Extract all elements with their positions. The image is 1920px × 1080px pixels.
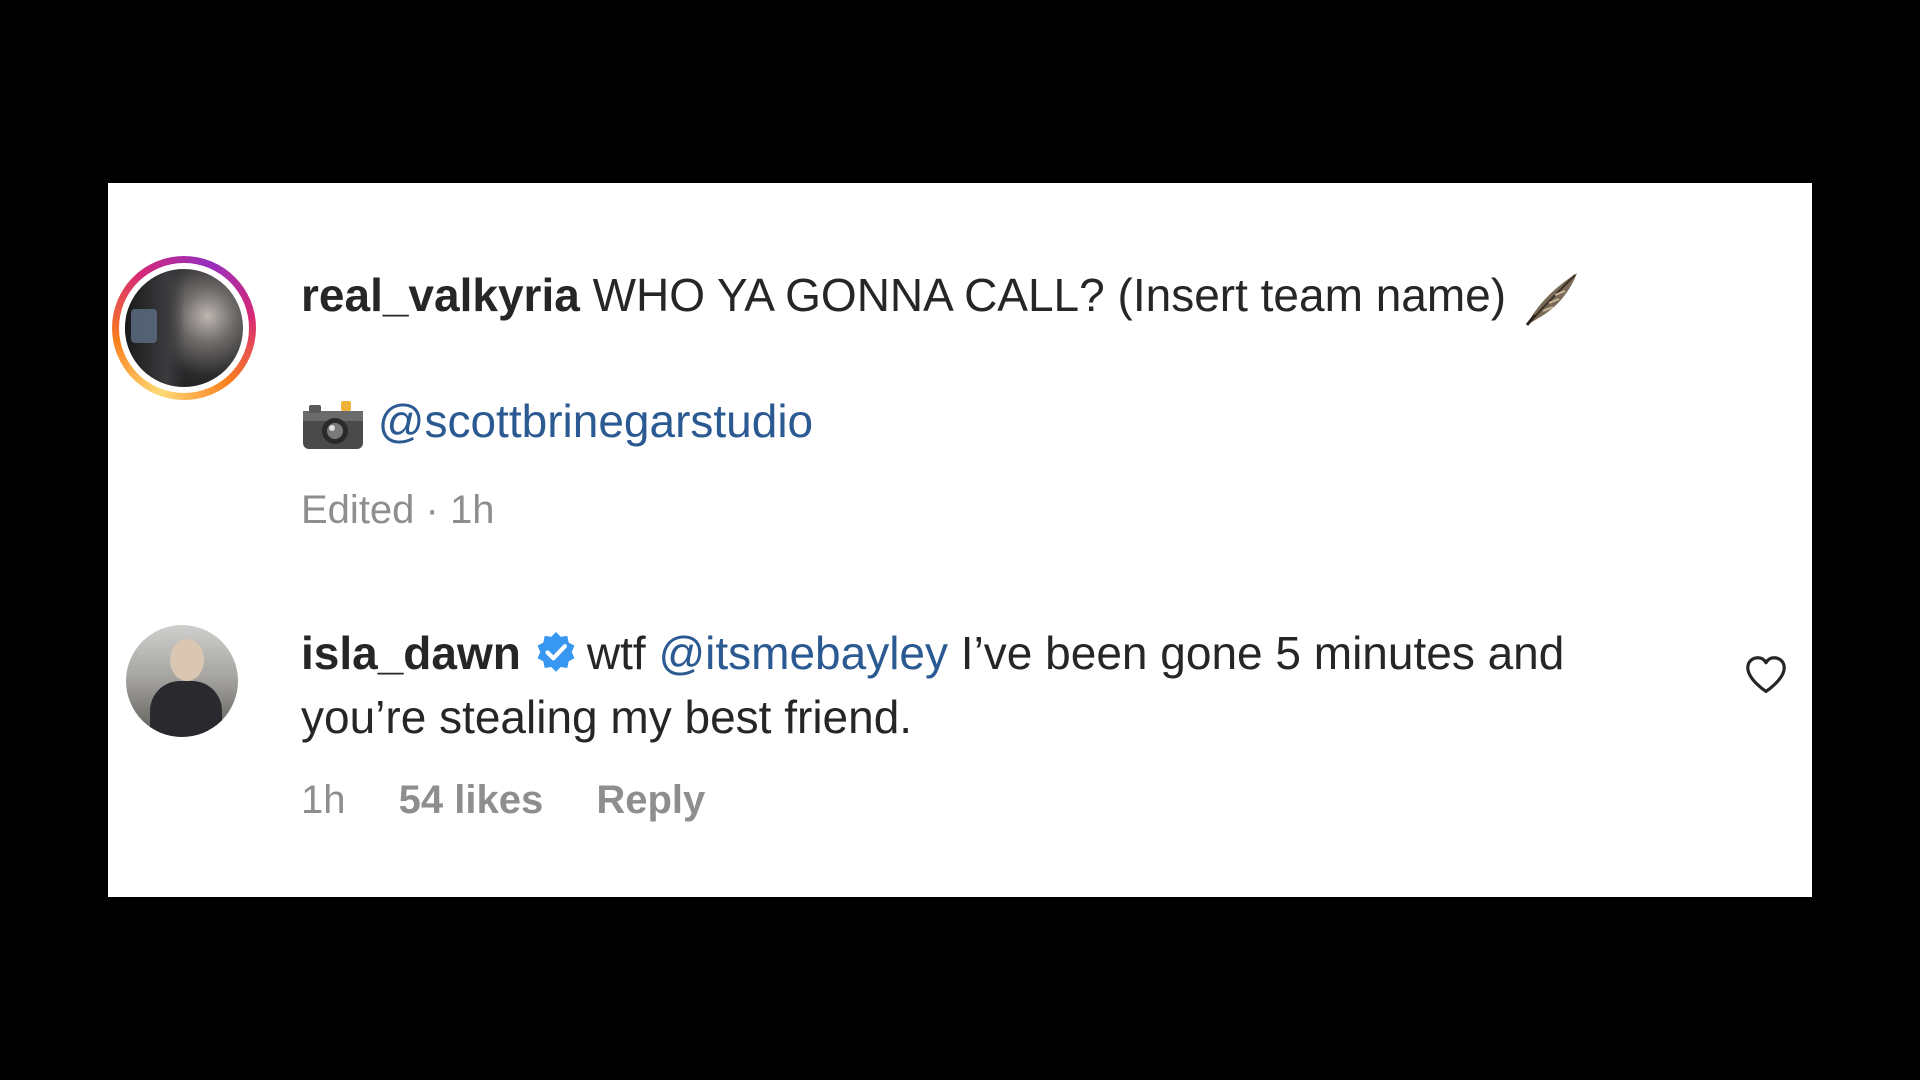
reply-button[interactable]: Reply — [596, 778, 705, 822]
avatar-logo — [131, 309, 157, 343]
camera-emoji — [303, 400, 363, 449]
reply-text-prefix: wtf — [586, 627, 646, 679]
post-username[interactable]: real_valkyria — [301, 269, 580, 321]
post-time[interactable]: 1h — [450, 488, 495, 532]
reply-comment-meta: 1h 54 likes Reply — [301, 775, 705, 825]
meta-separator: · — [425, 488, 439, 532]
heart-outline-icon[interactable] — [1744, 655, 1788, 695]
mention-itsmebayley[interactable]: @itsmebayley — [658, 627, 948, 679]
avatar-real-valkyria[interactable] — [112, 256, 256, 400]
avatar-photo — [125, 269, 243, 387]
verified-badge-icon — [537, 632, 575, 672]
reply-likes[interactable]: 54 likes — [399, 778, 544, 822]
mention-scottbrinegarstudio[interactable]: @scottbrinegarstudio — [378, 395, 813, 447]
avatar-body — [150, 681, 222, 737]
reply-username[interactable]: isla_dawn — [301, 627, 521, 679]
post-comment-meta: Edited · 1h — [301, 485, 495, 535]
edited-label: Edited — [301, 488, 415, 532]
post-comment-text: real_valkyria WHO YA GONNA CALL? (Insert… — [301, 263, 1581, 329]
avatar-head — [170, 639, 204, 681]
post-comment-credit: @scottbrinegarstudio — [301, 389, 813, 453]
avatar-isla-dawn[interactable] — [126, 625, 238, 737]
reply-comment-text: isla_dawn wtf @itsmebayley I’ve been gon… — [301, 621, 1621, 749]
feather-emoji — [1525, 272, 1577, 326]
reply-time[interactable]: 1h — [301, 778, 346, 822]
comments-card: real_valkyria WHO YA GONNA CALL? (Insert… — [108, 183, 1812, 897]
post-text: WHO YA GONNA CALL? (Insert team name) — [592, 269, 1507, 321]
